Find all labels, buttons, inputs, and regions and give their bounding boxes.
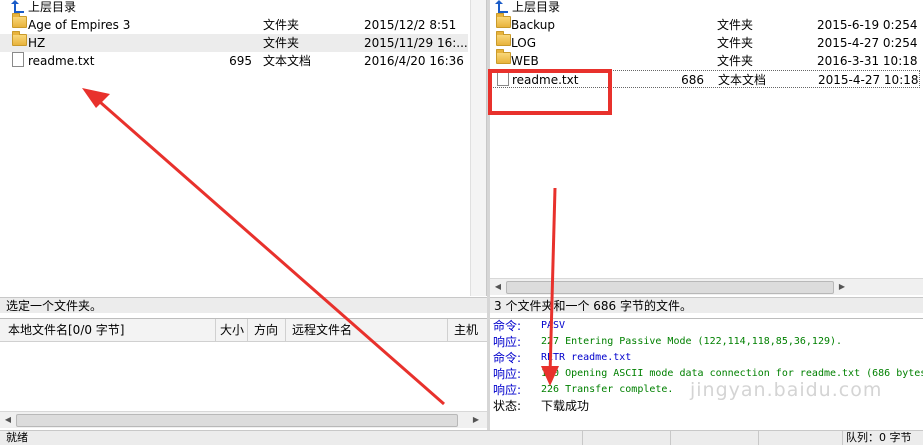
local-file-name: Age of Empires 3 <box>28 18 131 32</box>
log-label: 命令: <box>493 351 522 365</box>
queue-header: 本地文件名[0/0 字节] 大小 方向 远程文件名 主机 <box>0 319 487 342</box>
up-arrow-icon <box>11 0 24 13</box>
scroll-left-icon[interactable]: ◀ <box>492 281 504 293</box>
statusbar-queue: 队列：0 字节 <box>846 431 912 444</box>
folder-icon <box>12 31 27 46</box>
log-entry: 命令: PASV <box>493 319 923 334</box>
remote-parent-dir[interactable]: 上层目录 <box>490 0 920 16</box>
remote-file-row[interactable]: Backup 文件夹 2015-6-19 0:254 <box>490 13 920 34</box>
queue-col-remote[interactable]: 远程文件名 <box>286 319 448 341</box>
remote-file-date: 2016-3-31 10:18 <box>817 54 918 68</box>
queue-hscroll[interactable]: ◀ ▶ <box>0 411 487 428</box>
local-file-pane: 上层目录 Age of Empires 3 文件夹 2015/12/2 8:51 HZ… <box>0 0 487 296</box>
remote-hscroll[interactable]: ◀ ▶ <box>490 278 923 295</box>
watermark: jingyan.baidu.com <box>690 379 883 401</box>
local-file-type: 文件夹 <box>263 18 300 32</box>
remote-file-name: readme.txt <box>512 73 579 87</box>
remote-file-pane: 上层目录 Backup 文件夹 2015-6-19 0:254 LOG 文件夹 2015-… <box>490 0 923 278</box>
scroll-right-icon[interactable]: ▶ <box>470 414 482 426</box>
local-parent-label: 上层目录 <box>28 0 77 14</box>
statusbar-left: 就绪 <box>6 431 28 444</box>
log-entry: 命令: RETR readme.txt <box>493 350 923 366</box>
local-file-name: HZ <box>28 36 46 50</box>
local-file-type: 文本文档 <box>263 54 312 68</box>
remote-file-name: WEB <box>511 54 539 68</box>
local-status: 选定一个文件夹。 <box>0 297 487 313</box>
local-file-size: 695 <box>229 54 252 68</box>
local-file-row[interactable]: HZ 文件夹 2015/11/29 16:... <box>0 31 468 52</box>
remote-file-name: LOG <box>511 36 537 50</box>
remote-file-date: 2015-4-27 0:254 <box>817 36 918 50</box>
remote-file-name: Backup <box>511 18 555 32</box>
log-label: 命令: <box>493 319 522 333</box>
scroll-left-icon[interactable]: ◀ <box>2 414 14 426</box>
up-arrow-icon <box>495 0 508 13</box>
log-label: 状态: <box>493 399 522 413</box>
queue-pane: 本地文件名[0/0 字节] 大小 方向 远程文件名 主机 ◀ ▶ <box>0 318 487 431</box>
remote-file-row[interactable]: readme.txt 686 文本文档 2015-4-27 10:18 <box>490 70 920 88</box>
remote-parent-label: 上层目录 <box>512 0 561 14</box>
log-message: 226 Transfer complete. <box>541 384 674 395</box>
file-icon <box>497 71 509 86</box>
queue-col-host[interactable]: 主机 <box>448 319 487 341</box>
queue-col-direction[interactable]: 方向 <box>248 319 286 341</box>
local-file-row[interactable]: readme.txt 695 文本文档 2016/4/20 16:36 <box>0 52 468 70</box>
remote-status: 3 个文件夹和一个 686 字节的文件。 <box>490 297 923 313</box>
local-parent-dir[interactable]: 上层目录 <box>0 0 470 16</box>
local-file-date: 2016/4/20 16:36 <box>364 54 464 68</box>
local-file-row[interactable]: Age of Empires 3 文件夹 2015/12/2 8:51 <box>0 13 468 34</box>
queue-col-size[interactable]: 大小 <box>216 319 248 341</box>
file-icon <box>12 52 24 67</box>
log-message: 227 Entering Passive Mode (122,114,118,8… <box>541 336 843 347</box>
log-label: 响应: <box>493 367 522 381</box>
log-label: 响应: <box>493 383 522 397</box>
log-pane: 命令: PASV 响应: 227 Entering Passive Mode (122… <box>490 318 923 431</box>
local-file-date: 2015/11/29 16:... <box>364 36 468 50</box>
scroll-thumb[interactable] <box>16 414 458 427</box>
remote-file-type: 文本文档 <box>718 73 767 87</box>
remote-file-date: 2015-4-27 10:18 <box>818 73 919 87</box>
folder-icon <box>12 13 27 28</box>
remote-file-date: 2015-6-19 0:254 <box>817 18 918 32</box>
remote-file-type: 文件夹 <box>717 18 754 32</box>
remote-file-row[interactable]: WEB 文件夹 2016-3-31 10:18 <box>490 49 920 70</box>
remote-file-type: 文件夹 <box>717 36 754 50</box>
folder-icon <box>496 13 511 28</box>
folder-icon <box>496 49 511 64</box>
log-message: RETR readme.txt <box>541 352 632 363</box>
remote-file-type: 文件夹 <box>717 54 754 68</box>
log-message: PASV <box>541 320 566 331</box>
scroll-thumb[interactable] <box>506 281 834 294</box>
bottom-statusbar: 就绪 队列：0 字节 <box>0 430 923 445</box>
log-label: 响应: <box>493 335 522 349</box>
local-file-date: 2015/12/2 8:51 <box>364 18 457 32</box>
remote-file-size: 686 <box>681 73 704 87</box>
scroll-right-icon[interactable]: ▶ <box>836 281 848 293</box>
local-file-name: readme.txt <box>28 54 95 68</box>
local-file-type: 文件夹 <box>263 36 300 50</box>
log-entry: 响应: 227 Entering Passive Mode (122,114,11… <box>493 334 923 350</box>
queue-col-local[interactable]: 本地文件名[0/0 字节] <box>4 319 216 341</box>
local-vscroll[interactable] <box>470 0 486 296</box>
folder-icon <box>496 31 511 46</box>
remote-file-row[interactable]: LOG 文件夹 2015-4-27 0:254 <box>490 31 920 52</box>
log-message: 下载成功 <box>541 399 590 413</box>
